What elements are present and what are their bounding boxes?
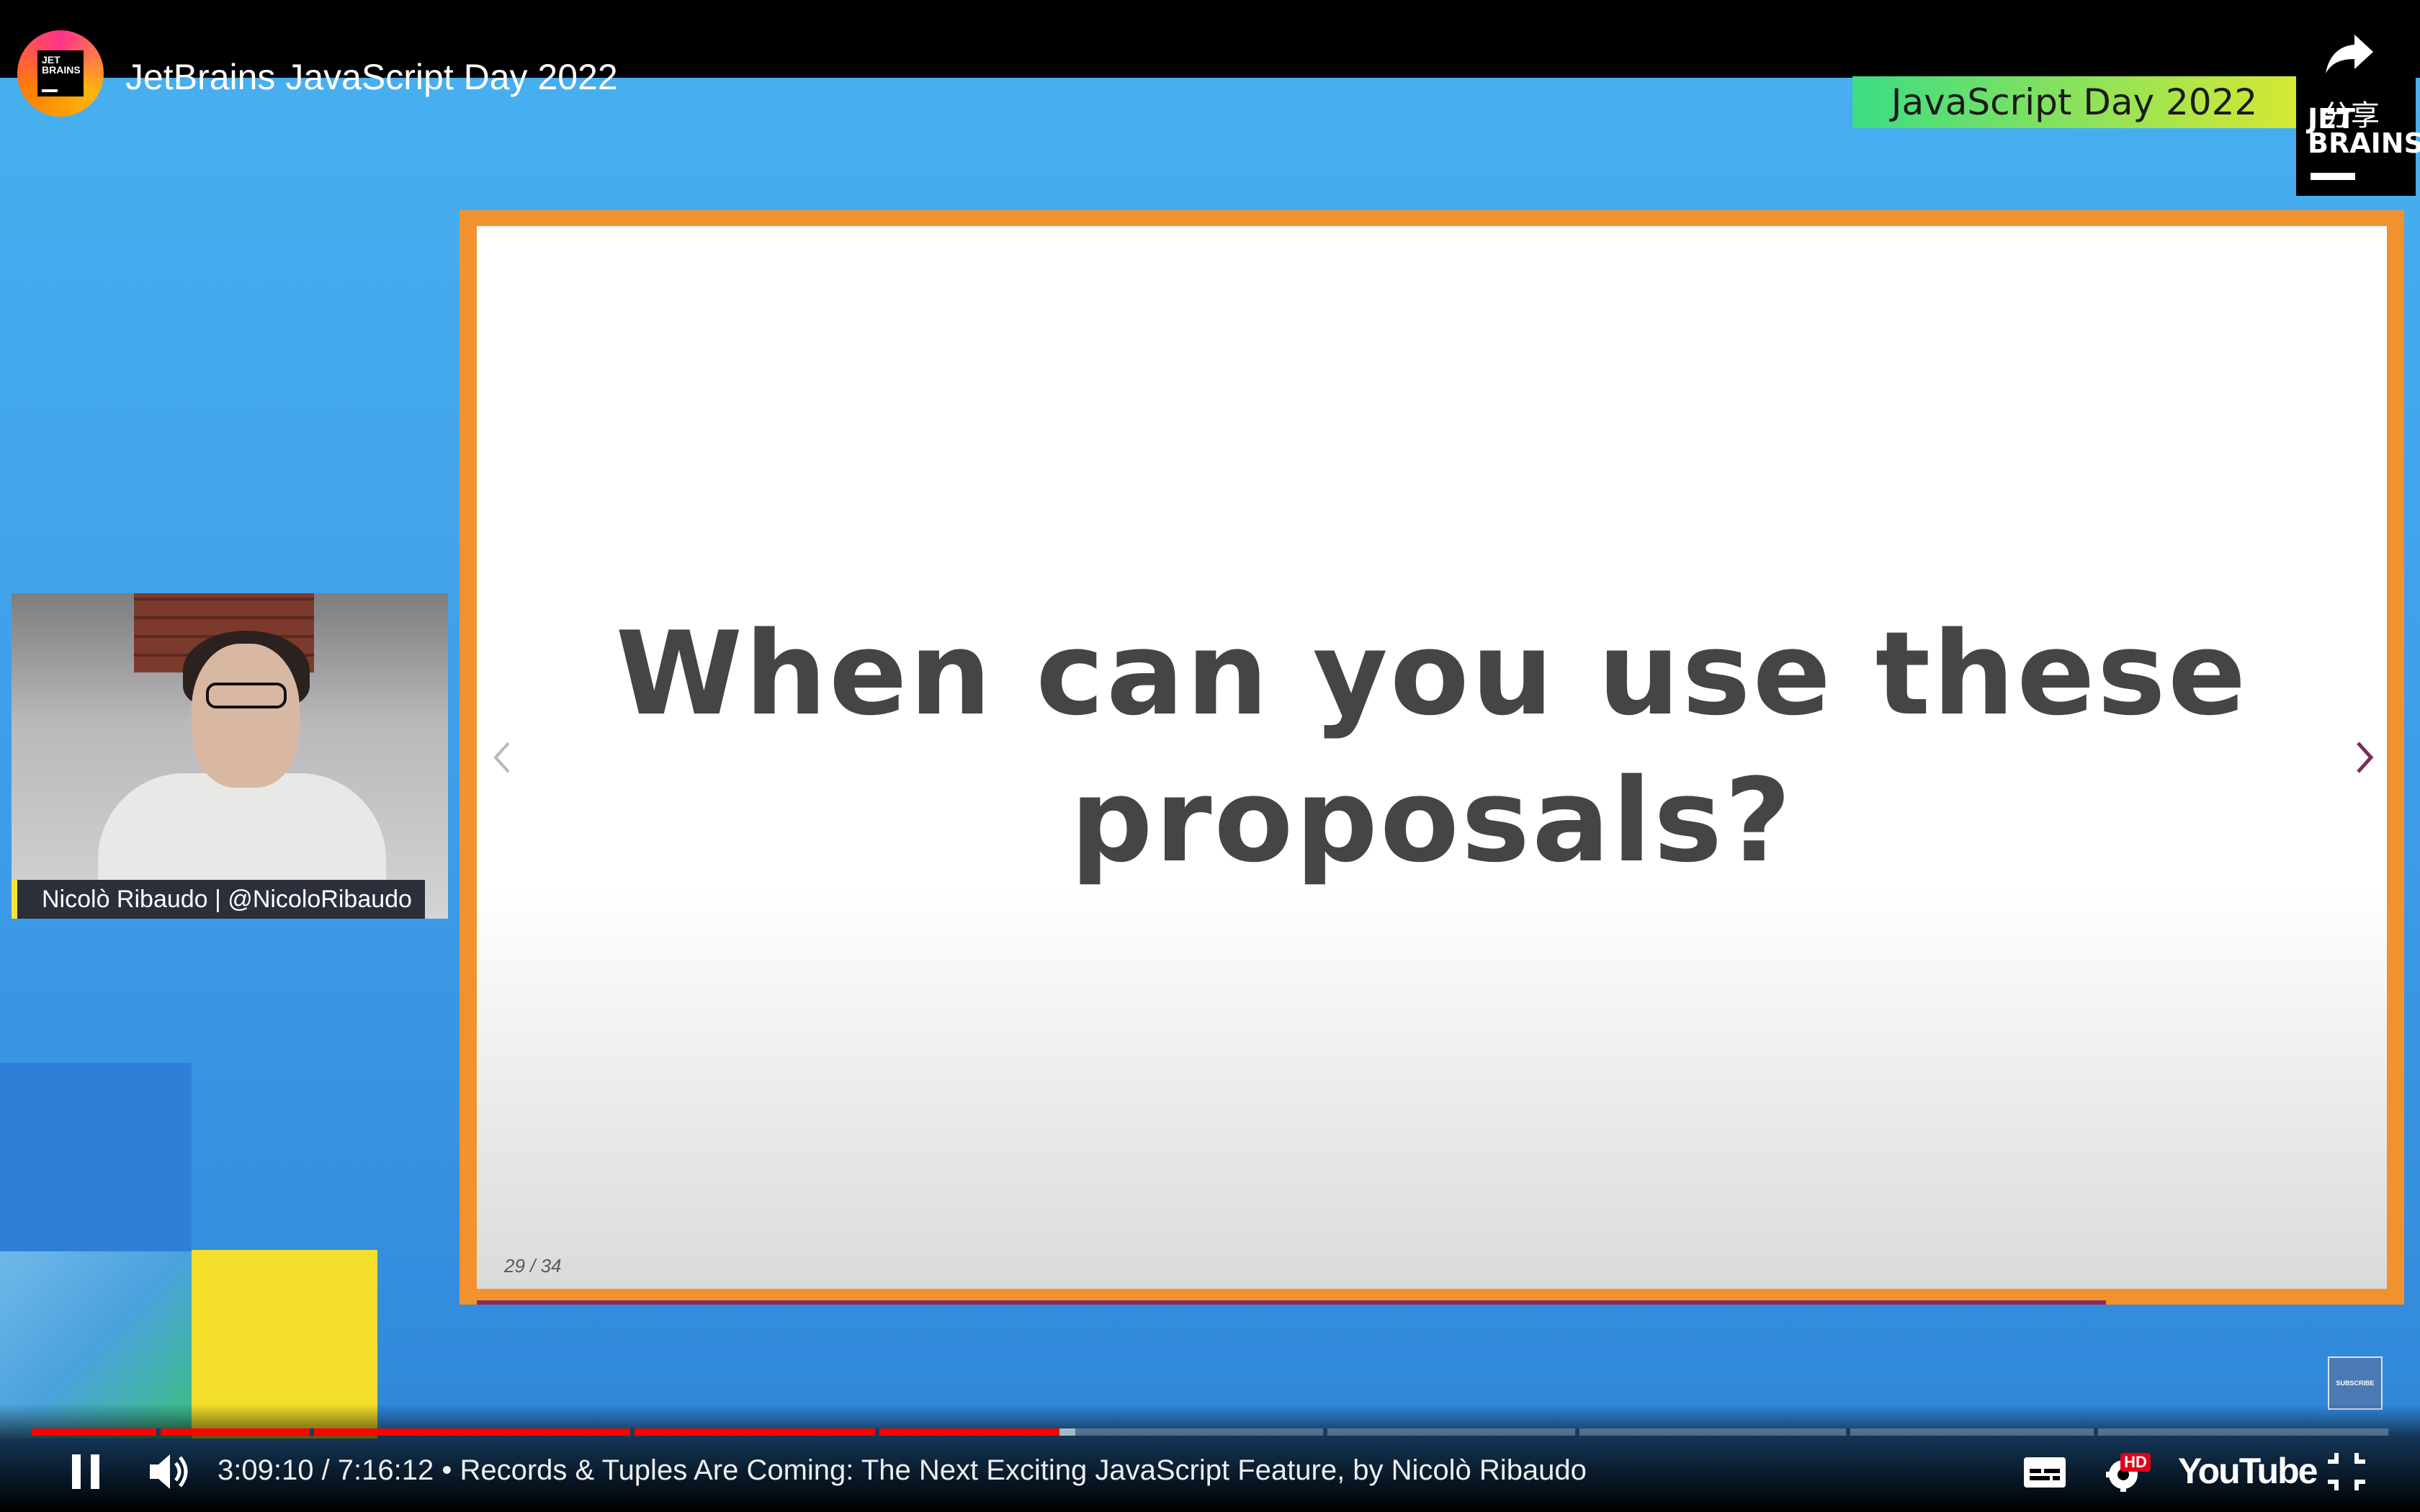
time-and-chapter: 3:09:10 / 7:16:12 • Records & Tuples Are… [218,1454,1587,1486]
volume-icon[interactable] [148,1452,193,1492]
speaker-lower-third: Nicolò Ribaudo | @NicoloRibaudo [12,880,425,919]
decor-block-blue [0,1063,192,1251]
captions-icon[interactable] [2022,1456,2067,1489]
event-banner: JavaScript Day 2022 [1852,76,2296,128]
progress-buffered [1059,1428,1076,1436]
hd-badge: HD [2120,1453,2151,1472]
slide-frame: When can you use these proposals? 29 / 3… [460,210,2404,1305]
progress-played [32,1428,1059,1436]
slide-heading-line-1: When can you use these [615,606,2249,741]
speaker-webcam [12,593,448,919]
chapter-marker [630,1428,635,1436]
share-label[interactable]: 分享 [2322,92,2380,134]
chapter-marker [875,1428,880,1436]
video-player[interactable]: JET BRAINS JetBrains JavaScript Day 2022… [0,0,2420,1512]
chapter-marker [2094,1428,2098,1436]
slide-counter: 29 / 34 [504,1255,562,1277]
pause-icon[interactable] [66,1452,107,1492]
slide-heading: When can you use these proposals? [477,600,2387,894]
share-icon[interactable] [2323,30,2376,76]
presentation-slide: When can you use these proposals? 29 / 3… [477,226,2387,1289]
channel-logo-mark: JET BRAINS [37,50,84,96]
video-title[interactable]: JetBrains JavaScript Day 2022 [125,56,618,98]
chapter-marker [1846,1428,1851,1436]
chevron-right-icon[interactable] [2354,736,2375,779]
chapter-marker [156,1428,161,1436]
subscribe-watermark[interactable]: SUBSCRIBE [2328,1356,2383,1410]
chapter-marker [1575,1428,1580,1436]
speaker-face [192,644,300,788]
progress-bar[interactable] [32,1428,2388,1436]
exit-fullscreen-icon[interactable] [2326,1452,2367,1492]
slide-progress-bar [477,1300,2107,1305]
channel-logo-text: JET BRAINS [42,54,81,76]
chapter-marker [310,1428,315,1436]
youtube-logo[interactable]: YouTube [2178,1450,2318,1492]
chapter-marker [1323,1428,1328,1436]
speaker-glasses [206,683,287,708]
slide-heading-line-2: proposals? [1070,753,1793,888]
channel-avatar[interactable]: JET BRAINS [17,30,104,117]
